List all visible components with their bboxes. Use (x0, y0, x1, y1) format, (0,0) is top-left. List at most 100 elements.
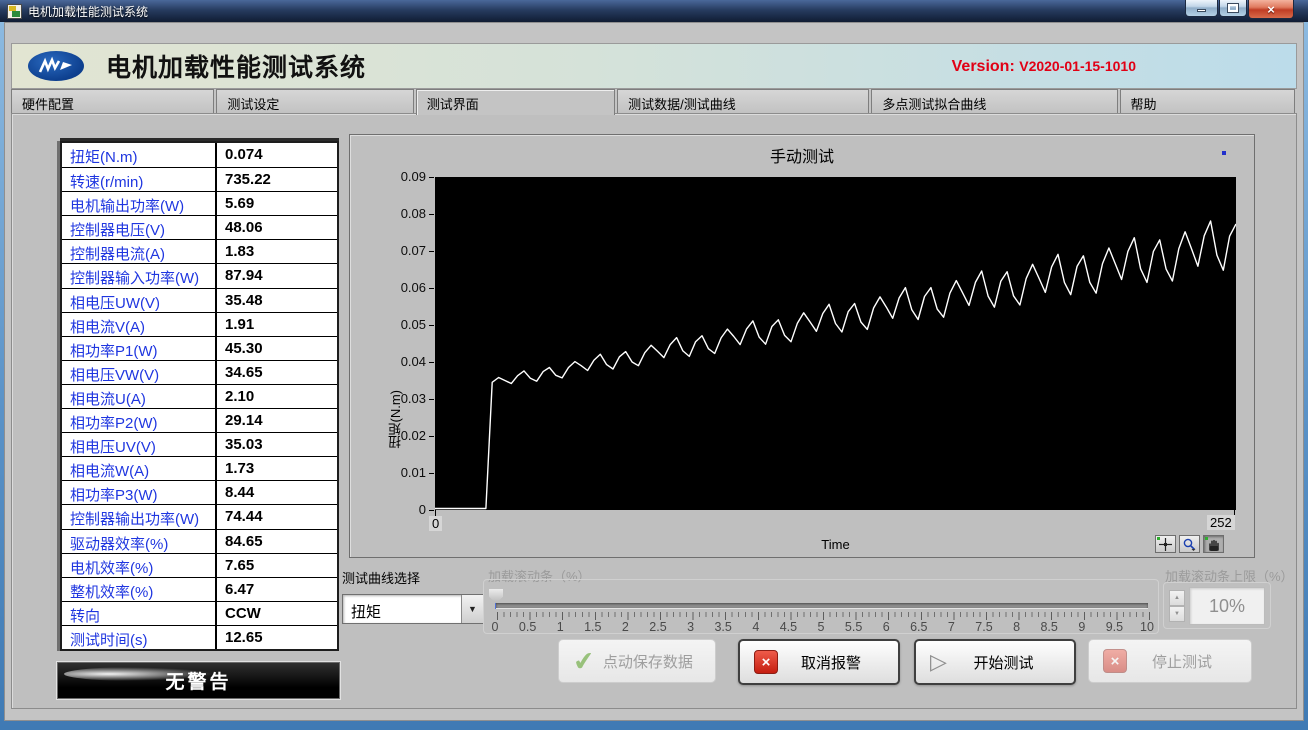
chevron-down-icon: ▼ (468, 604, 477, 614)
row-value: 0.074 (217, 143, 337, 167)
button-label: 停止测试 (1127, 651, 1251, 672)
tab-test-data-curve[interactable]: 测试数据/测试曲线 (617, 89, 869, 113)
y-tick-label: 0.03 (380, 391, 426, 406)
start-test-button[interactable]: ▷开始测试 (914, 639, 1076, 685)
table-row: 控制器电流(A)1.83 (62, 239, 337, 263)
slider-tick-label: 9 (1065, 620, 1099, 634)
curve-select-value: 扭矩 (343, 595, 461, 623)
cursor-tool-led (1157, 537, 1160, 540)
row-value: 8.44 (217, 481, 337, 504)
table-row: 相功率P2(W)29.14 (62, 408, 337, 432)
measurement-table: 扭矩(N.m)0.074转速(r/min)735.22电机输出功率(W)5.69… (60, 141, 339, 651)
warning-text: 无警告 (165, 667, 231, 694)
row-label: 转速(r/min) (62, 168, 217, 191)
y-tick-mark (429, 362, 434, 363)
row-value: 12.65 (217, 626, 337, 649)
plot-area[interactable] (435, 177, 1236, 510)
jog-save-button[interactable]: ✔点动保存数据 (558, 639, 716, 683)
table-row: 扭矩(N.m)0.074 (62, 143, 337, 167)
table-row: 相电流U(A)2.10 (62, 384, 337, 408)
x-max-label[interactable]: 252 (1207, 515, 1235, 530)
y-tick-label: 0 (380, 502, 426, 517)
slider-handle[interactable] (489, 589, 503, 603)
graph-tool-palette (1155, 535, 1224, 553)
row-label: 扭矩(N.m) (62, 143, 217, 167)
row-value: 84.65 (217, 530, 337, 553)
row-label: 控制器输出功率(W) (62, 505, 217, 528)
tab-multipoint-fit-curve[interactable]: 多点测试拟合曲线 (871, 89, 1117, 113)
table-row: 相电流W(A)1.73 (62, 456, 337, 480)
curve-select-dropdown[interactable]: 扭矩 ▼ (342, 594, 484, 624)
upper-limit-value[interactable]: 10% (1189, 587, 1265, 625)
pan-tool-led (1205, 537, 1208, 540)
tab-help[interactable]: 帮助 (1120, 89, 1295, 113)
row-value: 87.94 (217, 264, 337, 287)
upper-limit-control: ▲ ▼ 10% (1163, 582, 1271, 629)
minimize-icon (1197, 9, 1206, 12)
slider-tick-label: 3 (674, 620, 708, 634)
button-label: 点动保存数据 (595, 651, 715, 672)
button-label: 取消报警 (778, 652, 898, 673)
tab-test-settings[interactable]: 测试设定 (216, 89, 413, 113)
pan-tool-button[interactable] (1203, 535, 1224, 553)
y-tick-mark (429, 214, 434, 215)
row-value: 35.48 (217, 289, 337, 312)
row-label: 控制器电压(V) (62, 216, 217, 239)
row-value: 735.22 (217, 168, 337, 191)
table-row: 转速(r/min)735.22 (62, 167, 337, 191)
y-tick-label: 0.02 (380, 428, 426, 443)
row-value: CCW (217, 602, 337, 625)
maximize-button[interactable] (1219, 0, 1247, 17)
row-value: 6.47 (217, 578, 337, 601)
row-label: 电机效率(%) (62, 554, 217, 577)
stop-test-button[interactable]: ×停止测试 (1088, 639, 1252, 683)
close-button[interactable]: × (1248, 0, 1294, 19)
page-title: 电机加载性能测试系统 (106, 48, 366, 84)
row-label: 相电流W(A) (62, 457, 217, 480)
tab-test-interface[interactable]: 测试界面 (416, 89, 615, 115)
slider-tick-label: 4.5 (771, 620, 805, 634)
spinner-up-button[interactable]: ▲ (1169, 590, 1185, 606)
y-tick-label: 0.06 (380, 280, 426, 295)
row-label: 控制器电流(A) (62, 240, 217, 263)
dropdown-button[interactable]: ▼ (461, 595, 483, 623)
red-x-icon: × (754, 650, 778, 674)
table-row: 转向CCW (62, 601, 337, 625)
y-tick-mark (429, 177, 434, 178)
y-tick-label: 0.01 (380, 465, 426, 480)
row-value: 45.30 (217, 337, 337, 360)
slider-major-ticks (497, 612, 1150, 620)
row-value: 5.69 (217, 192, 337, 215)
curve-select-label: 测试曲线选择 (342, 568, 420, 587)
title-bar: 电机加载性能测试系统 × (0, 0, 1308, 22)
button-label: 开始测试 (947, 652, 1074, 673)
slider-tick-label: 6 (869, 620, 903, 634)
slider-tick-label: 2 (608, 620, 642, 634)
x-min-label: 0 (429, 516, 442, 531)
client-area: 电机加载性能测试系统 Version: V2020-01-15-1010 硬件配… (4, 22, 1304, 721)
slider-tick-label: 5 (804, 620, 838, 634)
spinner-down-button[interactable]: ▼ (1169, 606, 1185, 622)
version-value: V2020-01-15-1010 (1019, 58, 1136, 74)
table-row: 相电压UW(V)35.48 (62, 288, 337, 312)
warning-indicator: 无警告 (57, 662, 340, 699)
close-icon: × (1267, 2, 1275, 17)
minimize-button[interactable] (1185, 0, 1218, 17)
row-label: 控制器输入功率(W) (62, 264, 217, 287)
row-label: 驱动器效率(%) (62, 530, 217, 553)
table-row: 相功率P1(W)45.30 (62, 336, 337, 360)
slider-tick-label: 1 (543, 620, 577, 634)
slider-tick-label: 1.5 (576, 620, 610, 634)
row-value: 1.73 (217, 457, 337, 480)
cursor-tool-button[interactable] (1155, 535, 1176, 553)
row-label: 测试时间(s) (62, 626, 217, 649)
zoom-tool-button[interactable] (1179, 535, 1200, 553)
version-text: Version: V2020-01-15-1010 (952, 58, 1136, 76)
tab-hardware-config[interactable]: 硬件配置 (11, 89, 214, 113)
slider-track[interactable] (496, 603, 1148, 608)
cancel-alarm-button[interactable]: ×取消报警 (738, 639, 900, 685)
slider-tick-label: 6.5 (902, 620, 936, 634)
y-tick-label: 0.04 (380, 354, 426, 369)
brand-logo-icon (28, 51, 84, 81)
y-tick-mark (429, 473, 434, 474)
